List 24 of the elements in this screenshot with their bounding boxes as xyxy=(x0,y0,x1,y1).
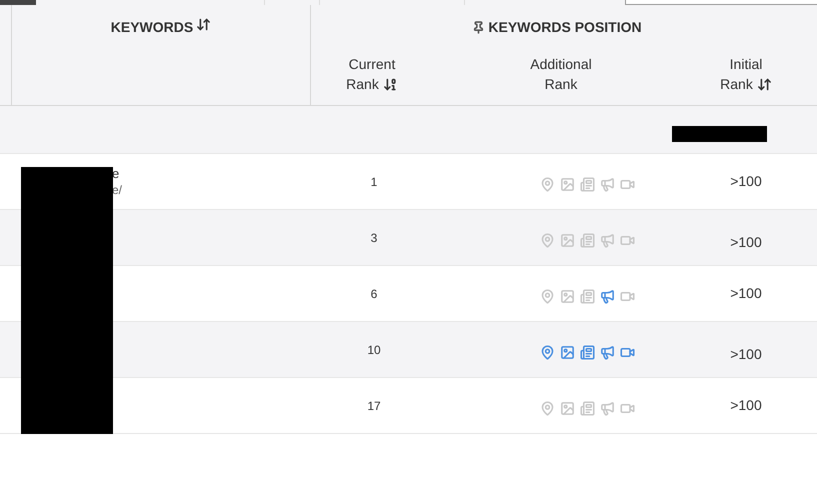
input-field[interactable] xyxy=(625,0,817,5)
rank-value: >100 xyxy=(730,284,762,303)
column-header[interactable]: Rank xyxy=(544,74,578,94)
rank-value: >100 xyxy=(730,396,762,415)
rank-value: >100 xyxy=(730,345,762,364)
column-header[interactable]: Rank xyxy=(346,74,379,94)
column-header[interactable]: Additional xyxy=(530,54,592,74)
pin-icon xyxy=(472,21,486,34)
rank-value: 10 xyxy=(367,342,381,358)
column-header[interactable]: Initial xyxy=(730,54,762,74)
sort-icon[interactable] xyxy=(196,17,212,32)
rank-value: 3 xyxy=(370,230,378,246)
sort-icon[interactable] xyxy=(756,76,772,92)
column-header[interactable]: Current xyxy=(348,54,396,74)
rank-value: >100 xyxy=(730,172,762,191)
rank-value: 6 xyxy=(370,286,378,302)
rank-value: 1 xyxy=(370,174,378,190)
column-header[interactable]: Rank xyxy=(720,74,753,94)
tab-strip xyxy=(0,0,36,5)
sort-icon[interactable] xyxy=(382,76,398,92)
column-group-header: KEYWORDS POSITION xyxy=(488,18,642,37)
rank-value: >100 xyxy=(730,233,762,252)
column-header[interactable]: KEYWORDS xyxy=(110,17,194,38)
rank-value: 17 xyxy=(367,398,381,414)
